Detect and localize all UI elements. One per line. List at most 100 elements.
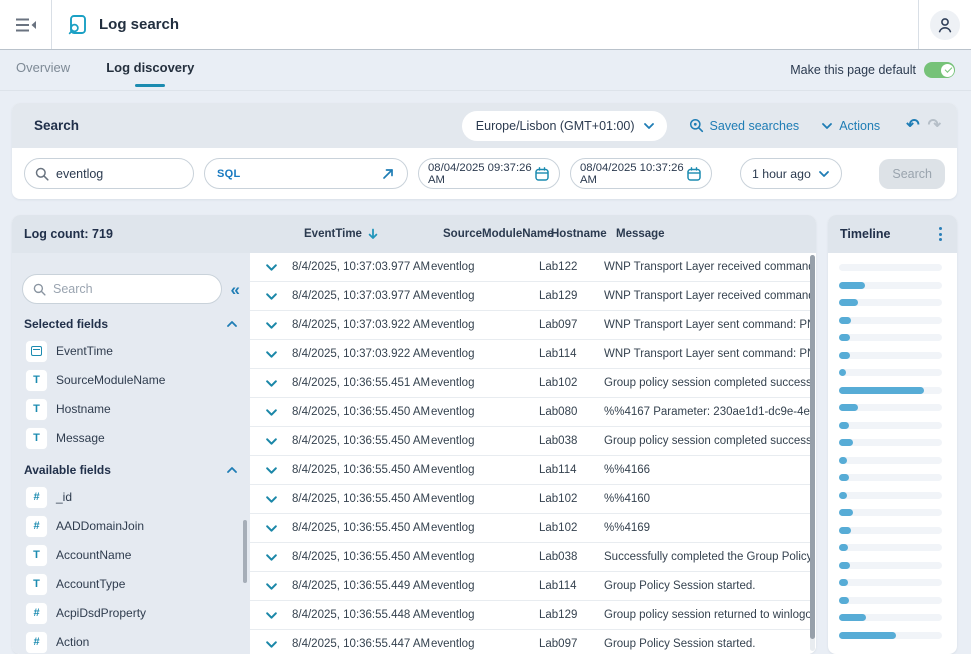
timeline-menu-kebab-icon[interactable] bbox=[936, 224, 945, 244]
timeline-row[interactable] bbox=[839, 299, 942, 306]
field-item[interactable]: T SourceModuleName bbox=[22, 368, 240, 392]
cell-sourcemodulename: eventlog bbox=[431, 551, 539, 563]
timeline-row[interactable] bbox=[839, 264, 942, 271]
field-item[interactable]: T Hostname bbox=[22, 397, 240, 421]
cell-message: WNP Transport Layer received command: PN… bbox=[604, 261, 810, 273]
field-label: SourceModuleName bbox=[56, 373, 165, 387]
tab-overview[interactable]: Overview bbox=[16, 56, 70, 85]
search-button[interactable]: Search bbox=[879, 159, 945, 189]
field-item[interactable]: # _id bbox=[22, 485, 240, 509]
timeline-row[interactable] bbox=[839, 369, 942, 376]
user-avatar-button[interactable] bbox=[930, 10, 960, 40]
time-range-select[interactable]: 1 hour ago bbox=[740, 158, 842, 189]
expand-row-chevron-icon[interactable] bbox=[250, 524, 292, 533]
expand-row-chevron-icon[interactable] bbox=[250, 466, 292, 475]
expand-row-chevron-icon[interactable] bbox=[250, 408, 292, 417]
field-item[interactable]: # AADDomainJoin bbox=[22, 514, 240, 538]
timeline-row[interactable] bbox=[839, 282, 942, 289]
selected-fields-header[interactable]: Selected fields bbox=[24, 317, 238, 331]
log-row[interactable]: 8/4/2025, 10:36:55.450 AM eventlog Lab11… bbox=[250, 456, 810, 485]
from-date-input[interactable]: 08/04/2025 09:37:26 AM bbox=[418, 158, 560, 189]
expand-row-chevron-icon[interactable] bbox=[250, 495, 292, 504]
log-row[interactable]: 8/4/2025, 10:36:55.450 AM eventlog Lab10… bbox=[250, 485, 810, 514]
expand-row-chevron-icon[interactable] bbox=[250, 321, 292, 330]
saved-searches-button[interactable]: Saved searches bbox=[689, 118, 800, 133]
expand-row-chevron-icon[interactable] bbox=[250, 263, 292, 272]
field-item[interactable]: T AccountName bbox=[22, 543, 240, 567]
field-item[interactable]: # Action bbox=[22, 630, 240, 654]
expand-row-chevron-icon[interactable] bbox=[250, 553, 292, 562]
tab-log-discovery[interactable]: Log discovery bbox=[106, 56, 194, 85]
expand-arrow-icon[interactable] bbox=[381, 167, 395, 181]
log-row[interactable]: 8/4/2025, 10:37:03.922 AM eventlog Lab11… bbox=[250, 340, 810, 369]
timeline-track bbox=[839, 352, 942, 359]
expand-row-chevron-icon[interactable] bbox=[250, 640, 292, 649]
timeline-row[interactable] bbox=[839, 579, 942, 586]
undo-button[interactable]: ↶ bbox=[902, 118, 923, 134]
timeline-row[interactable] bbox=[839, 527, 942, 534]
make-default-toggle[interactable] bbox=[924, 62, 955, 78]
column-header-message[interactable]: Message bbox=[616, 228, 816, 240]
field-item[interactable]: T Message bbox=[22, 426, 240, 450]
log-row[interactable]: 8/4/2025, 10:37:03.977 AM eventlog Lab12… bbox=[250, 282, 810, 311]
timezone-select[interactable]: Europe/Lisbon (GMT+01:00) bbox=[462, 111, 667, 141]
field-type-icon: T bbox=[26, 399, 47, 420]
field-type-icon bbox=[26, 341, 47, 362]
timeline-row[interactable] bbox=[839, 317, 942, 324]
column-header-hostname[interactable]: Hostname bbox=[551, 228, 616, 240]
timeline-row[interactable] bbox=[839, 597, 942, 604]
timeline-track bbox=[839, 474, 942, 481]
available-fields-header[interactable]: Available fields bbox=[24, 463, 238, 477]
timeline-row[interactable] bbox=[839, 474, 942, 481]
field-type-icon: T bbox=[26, 370, 47, 391]
log-row[interactable]: 8/4/2025, 10:36:55.450 AM eventlog Lab03… bbox=[250, 427, 810, 456]
expand-row-chevron-icon[interactable] bbox=[250, 292, 292, 301]
log-row[interactable]: 8/4/2025, 10:36:55.449 AM eventlog Lab11… bbox=[250, 572, 810, 601]
log-row[interactable]: 8/4/2025, 10:36:55.450 AM eventlog Lab08… bbox=[250, 398, 810, 427]
field-item[interactable]: EventTime bbox=[22, 339, 240, 363]
log-row[interactable]: 8/4/2025, 10:36:55.448 AM eventlog Lab12… bbox=[250, 601, 810, 630]
expand-row-chevron-icon[interactable] bbox=[250, 437, 292, 446]
expand-row-chevron-icon[interactable] bbox=[250, 379, 292, 388]
timeline-row[interactable] bbox=[839, 492, 942, 499]
cell-eventtime: 8/4/2025, 10:36:55.450 AM bbox=[292, 522, 431, 534]
timeline-row[interactable] bbox=[839, 544, 942, 551]
expand-row-chevron-icon[interactable] bbox=[250, 582, 292, 591]
timeline-row[interactable] bbox=[839, 439, 942, 446]
query-input[interactable] bbox=[56, 167, 183, 181]
table-scrollbar-thumb[interactable] bbox=[810, 255, 815, 639]
log-row[interactable]: 8/4/2025, 10:36:55.450 AM eventlog Lab10… bbox=[250, 514, 810, 543]
timeline-row[interactable] bbox=[839, 509, 942, 516]
log-row[interactable]: 8/4/2025, 10:37:03.977 AM eventlog Lab12… bbox=[250, 253, 810, 282]
field-item[interactable]: # AcpiDsdProperty bbox=[22, 601, 240, 625]
query-input-wrap bbox=[24, 158, 194, 189]
column-header-eventtime[interactable]: EventTime bbox=[304, 228, 443, 240]
expand-row-chevron-icon[interactable] bbox=[250, 350, 292, 359]
log-row[interactable]: 8/4/2025, 10:37:03.922 AM eventlog Lab09… bbox=[250, 311, 810, 340]
sidebar-scrollbar[interactable] bbox=[243, 520, 247, 583]
sql-query-field[interactable]: SQL bbox=[204, 158, 408, 189]
timeline-row[interactable] bbox=[839, 632, 942, 639]
redo-button[interactable]: ↷ bbox=[924, 118, 945, 134]
timeline-row[interactable] bbox=[839, 352, 942, 359]
timeline-row[interactable] bbox=[839, 387, 942, 394]
log-row[interactable]: 8/4/2025, 10:36:55.451 AM eventlog Lab10… bbox=[250, 369, 810, 398]
field-search-input[interactable] bbox=[53, 282, 211, 296]
to-date-input[interactable]: 08/04/2025 10:37:26 AM bbox=[570, 158, 712, 189]
actions-menu-button[interactable]: Actions bbox=[821, 119, 880, 133]
log-row[interactable]: 8/4/2025, 10:36:55.450 AM eventlog Lab03… bbox=[250, 543, 810, 572]
timeline-row[interactable] bbox=[839, 334, 942, 341]
timeline-row[interactable] bbox=[839, 404, 942, 411]
column-header-sourcemodulename[interactable]: SourceModuleName bbox=[443, 228, 551, 240]
cell-message: Successfully completed the Group Policy … bbox=[604, 551, 810, 563]
log-row[interactable]: 8/4/2025, 10:36:55.447 AM eventlog Lab09… bbox=[250, 630, 810, 654]
collapse-sidebar-icon[interactable]: « bbox=[231, 281, 240, 298]
field-item[interactable]: T AccountType bbox=[22, 572, 240, 596]
timeline-row[interactable] bbox=[839, 614, 942, 621]
menu-collapse-button[interactable] bbox=[0, 0, 52, 49]
cell-sourcemodulename: eventlog bbox=[431, 609, 539, 621]
expand-row-chevron-icon[interactable] bbox=[250, 611, 292, 620]
timeline-row[interactable] bbox=[839, 422, 942, 429]
timeline-row[interactable] bbox=[839, 457, 942, 464]
timeline-row[interactable] bbox=[839, 562, 942, 569]
